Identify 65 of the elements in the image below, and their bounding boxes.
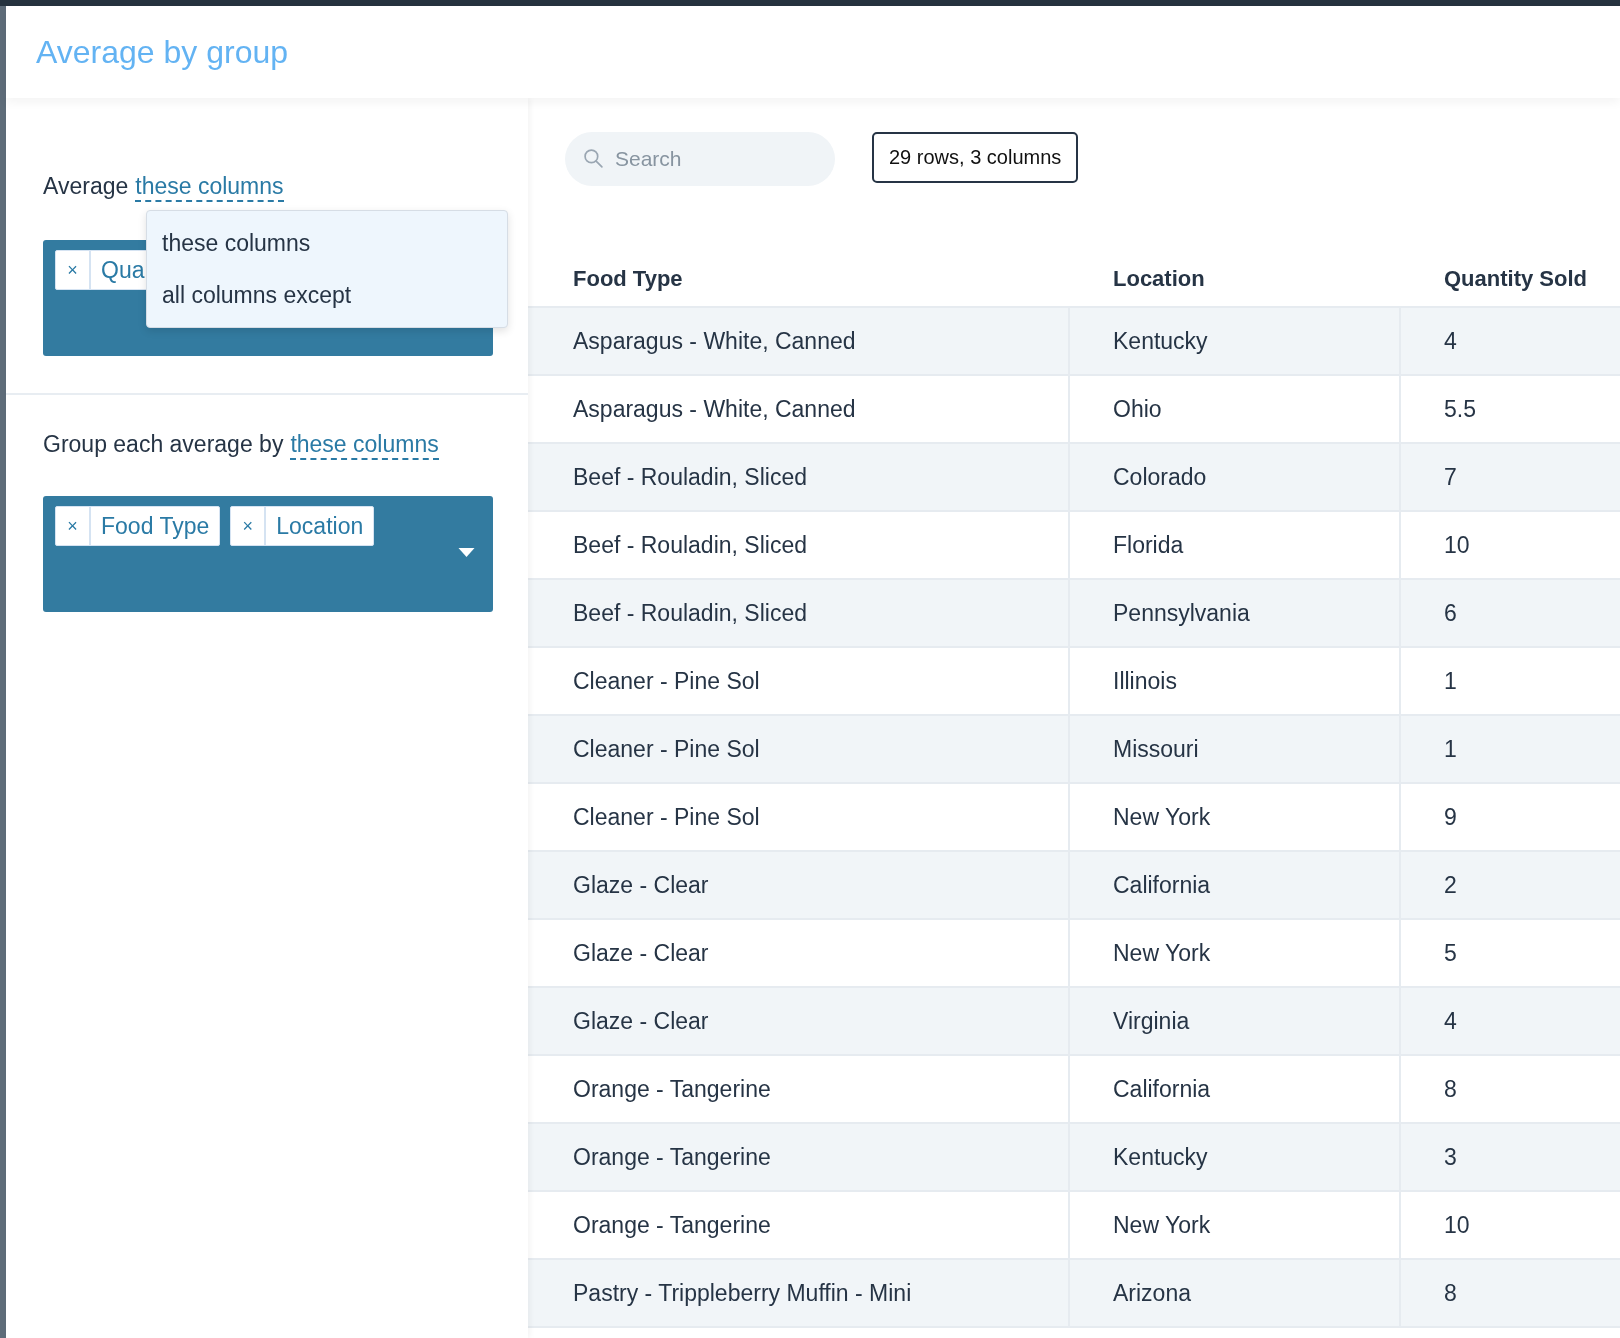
table-cell-text: Cleaner - Pine Sol [572, 802, 761, 832]
table-cell: 8 [1399, 1056, 1620, 1122]
tag-label: Location [275, 512, 365, 540]
table-cell: New York [1068, 1192, 1399, 1258]
dropdown-option[interactable]: these columns [147, 217, 507, 269]
table-cell: 7 [1399, 444, 1620, 510]
mode-link[interactable]: these columns [135, 173, 284, 202]
tag-label: Food Type [100, 512, 211, 540]
table-cell: 9 [1399, 784, 1620, 850]
table-cell: Illinois [1068, 648, 1399, 714]
table-cell-text: Beef - Rouladin, Sliced [572, 462, 808, 492]
tag-label: Qua [100, 256, 146, 284]
table-cell-text: Asparagus - White, Canned [572, 326, 857, 356]
table-cell-text: Beef - Rouladin, Sliced [572, 598, 808, 628]
table-cell: Kentucky [1068, 1124, 1399, 1190]
remove-tag-button[interactable]: × [231, 507, 267, 545]
table-cell: California [1068, 1056, 1399, 1122]
table-cell: Pennsylvania [1068, 580, 1399, 646]
table-cell: California [1068, 852, 1399, 918]
table-cell-text: Glaze - Clear [572, 870, 710, 900]
table-cell-text: Orange - Tangerine [572, 1074, 772, 1104]
table-cell: 10 [1399, 512, 1620, 578]
table-cell: Arizona [1068, 1260, 1399, 1326]
table-cell: Missouri [1068, 716, 1399, 782]
table-cell: 1 [1399, 648, 1620, 714]
column-select[interactable]: × Food Type × Location [43, 496, 493, 612]
table-cell: 2 [1399, 852, 1620, 918]
remove-tag-button[interactable]: × [56, 507, 91, 545]
table-cell-text: Beef - Rouladin, Sliced [572, 530, 808, 560]
table-cell: New York [1068, 784, 1399, 850]
column-header[interactable]: Food Type [528, 232, 1068, 306]
table-cell-text: Cleaner - Pine Sol [572, 734, 761, 764]
row-count-badge: 29 rows, 3 columns [872, 132, 1079, 183]
remove-tag-button[interactable]: × [56, 251, 91, 289]
table-cell-text: Glaze - Clear [572, 938, 710, 968]
section-label: Group each average by [43, 431, 284, 459]
table-cell: 5.5 [1399, 376, 1620, 442]
table-cell: Kentucky [1068, 308, 1399, 374]
search-field[interactable]: Search [565, 132, 835, 186]
table-cell: Virginia [1068, 988, 1399, 1054]
page-title: Average by group [36, 33, 289, 71]
dropdown-option[interactable]: all columns except [147, 269, 507, 321]
table-cell-text: Glaze - Clear [572, 1006, 710, 1036]
column-header[interactable]: Quantity Sold [1399, 232, 1620, 306]
table-cell: Ohio [1068, 376, 1399, 442]
table-cell: New York [1068, 920, 1399, 986]
table-cell: 3 [1399, 1124, 1620, 1190]
section-label: Average [43, 173, 129, 201]
caret-icon[interactable] [458, 548, 475, 558]
table-cell: 8 [1399, 1260, 1620, 1326]
table-cell-text: Orange - Tangerine [572, 1210, 772, 1240]
table-cell: 4 [1399, 308, 1620, 374]
table-cell: 4 [1399, 988, 1620, 1054]
table-cell: 5 [1399, 920, 1620, 986]
table-cell-text: Orange - Tangerine [572, 1142, 772, 1172]
table-cell-text: Asparagus - White, Canned [572, 394, 857, 424]
table-cell: 6 [1399, 580, 1620, 646]
table-cell-text: Pastry - Trippleberry Muffin - Mini [572, 1278, 913, 1308]
table-cell: Colorado [1068, 444, 1399, 510]
table-cell-text: Cleaner - Pine Sol [572, 666, 761, 696]
table-cell: 10 [1399, 1192, 1620, 1258]
mode-link[interactable]: these columns [290, 431, 439, 460]
column-header[interactable]: Location [1068, 232, 1399, 306]
table-cell: Florida [1068, 512, 1399, 578]
table-cell: 1 [1399, 716, 1620, 782]
